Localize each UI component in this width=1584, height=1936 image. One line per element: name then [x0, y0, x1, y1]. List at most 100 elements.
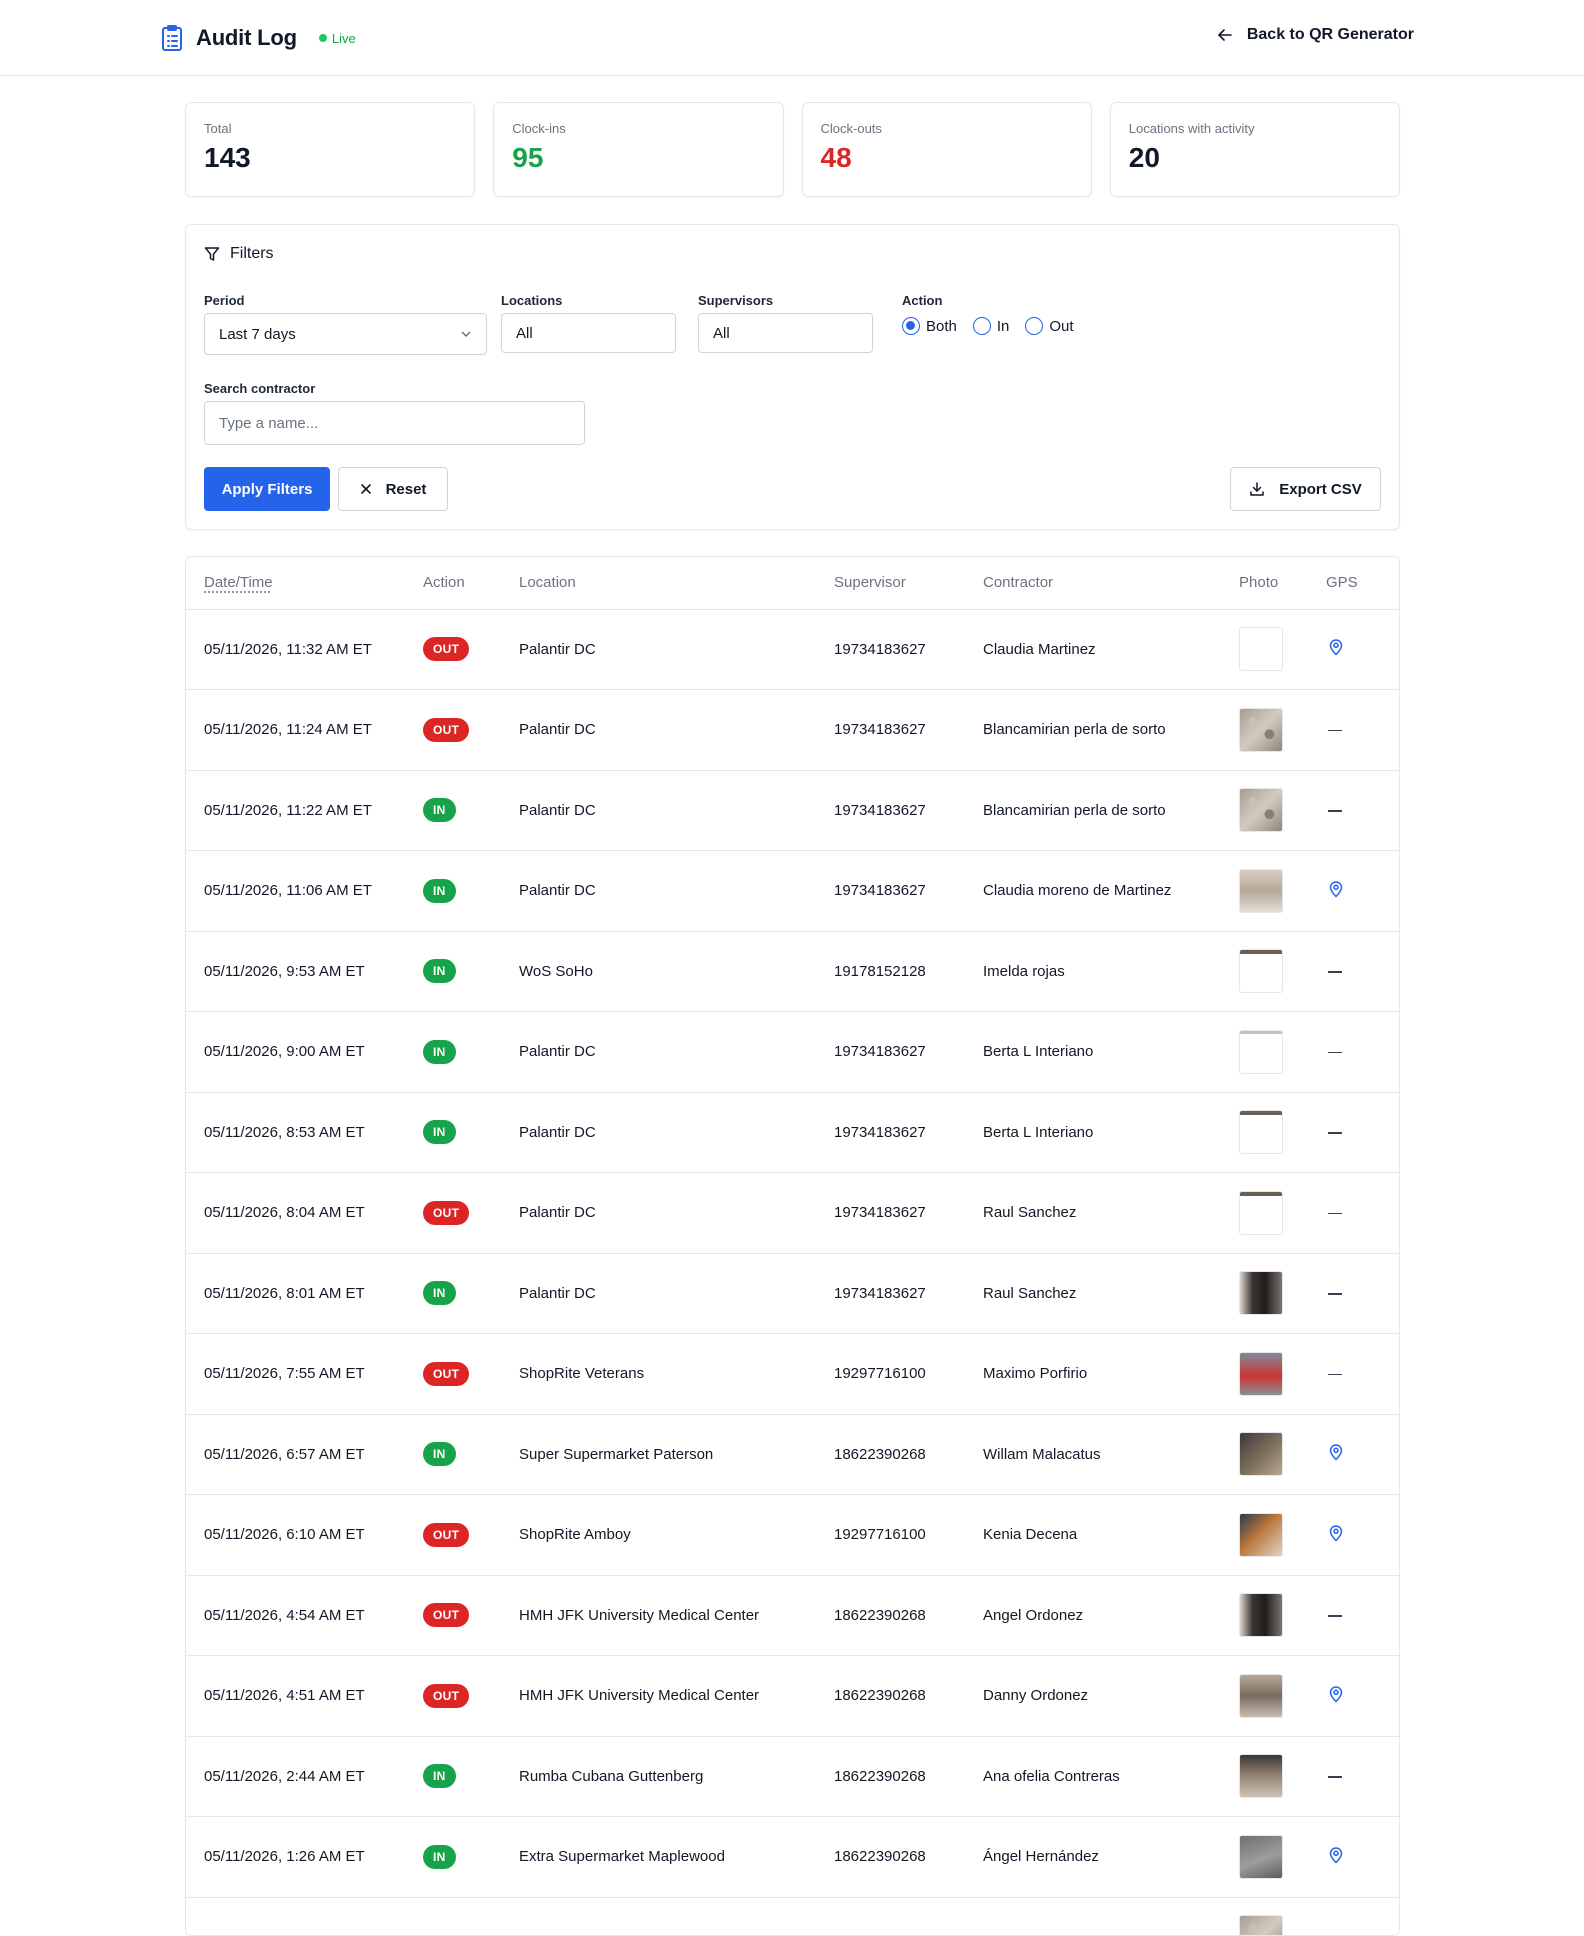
table-row[interactable]: 05/11/2026, 7:55 AM ET OUT ShopRite Vetera… — [186, 1333, 1399, 1415]
photo-thumbnail[interactable] — [1239, 1593, 1283, 1638]
cell-action: OUT — [423, 1333, 519, 1415]
map-pin-icon[interactable] — [1328, 880, 1344, 898]
cell-gps — [1326, 1092, 1399, 1173]
cell-datetime: 05/11/2026, 8:53 AM ET — [186, 1092, 423, 1173]
table-row[interactable]: 05/11/2026, 11:24 AM ET OUT Palantir DC 197… — [186, 689, 1399, 771]
table-row[interactable]: 05/11/2026, 11:32 AM ET OUT Palantir DC 197… — [186, 609, 1399, 690]
table-row[interactable]: 05/11/2026, 4:51 AM ET OUT HMH JFK Univers… — [186, 1655, 1399, 1737]
photo-thumbnail[interactable] — [1239, 788, 1283, 833]
cell-contractor: Maximo Porfirio — [983, 1333, 1239, 1415]
photo-thumbnail[interactable] — [1239, 1351, 1283, 1396]
action-badge: IN — [423, 1764, 456, 1789]
action-badge: IN — [423, 798, 456, 823]
photo-thumbnail[interactable] — [1239, 1834, 1283, 1879]
audit-table: Date/Time Action Location Supervisor Con… — [186, 557, 1399, 1935]
photo-thumbnail[interactable] — [1239, 1432, 1283, 1477]
cell-supervisor: 19734183627 — [834, 850, 983, 932]
table-row[interactable]: 05/11/2026, 8:01 AM ET IN Palantir DC 19734… — [186, 1253, 1399, 1334]
table-row[interactable]: 05/11/2026, 11:06 AM ET IN Palantir DC 1973… — [186, 850, 1399, 932]
cell-photo — [1239, 1011, 1326, 1093]
cell-datetime: 05/11/2026, 11:24 AM ET — [186, 689, 423, 771]
action-radio-out[interactable]: Out — [1025, 317, 1074, 335]
export-csv-button[interactable]: Export CSV — [1230, 467, 1381, 511]
supervisors-value: All — [713, 324, 730, 342]
filters-panel: Filters Period Last 7 days Locations All… — [185, 224, 1400, 530]
cell-contractor: Angel Ordonez — [983, 1575, 1239, 1656]
arrow-left-icon — [1218, 29, 1232, 41]
column-header-datetime[interactable]: Date/Time — [186, 557, 423, 610]
table-row[interactable]: 05/11/2026, 2:44 AM ET IN Rumba Cubana Gut… — [186, 1736, 1399, 1817]
cell-datetime: 05/11/2026, 4:51 AM ET — [186, 1655, 423, 1737]
action-radio-both[interactable]: Both — [902, 317, 957, 335]
table-row[interactable]: 05/11/2026, 9:00 AM ET IN Palantir DC 19734… — [186, 1011, 1399, 1093]
apply-filters-button[interactable]: Apply Filters — [204, 467, 330, 511]
photo-thumbnail[interactable] — [1239, 1673, 1283, 1718]
photo-thumbnail[interactable] — [1239, 1271, 1283, 1316]
action-radio-in[interactable]: In — [972, 317, 1009, 335]
action-badge: IN — [423, 1120, 456, 1145]
map-pin-icon[interactable] — [1328, 1685, 1344, 1703]
cell-supervisor: 19734183627 — [834, 1092, 983, 1173]
cell-action: IN — [423, 1414, 519, 1495]
cell-action — [423, 1897, 519, 1935]
search-contractor-input[interactable]: Type a name... — [204, 401, 585, 445]
photo-thumbnail[interactable] — [1239, 868, 1283, 913]
photo-thumbnail[interactable] — [1239, 627, 1283, 672]
cell-supervisor: 18622390268 — [834, 1655, 983, 1737]
action-badge: OUT — [423, 1683, 470, 1708]
table-row[interactable]: 05/11/2026, 4:54 AM ET OUT HMH JFK Univers… — [186, 1575, 1399, 1656]
photo-thumbnail[interactable] — [1239, 1110, 1283, 1155]
locations-select[interactable]: All — [501, 313, 676, 353]
supervisors-select[interactable]: All — [698, 313, 873, 353]
map-pin-icon[interactable] — [1328, 1524, 1344, 1542]
cell-photo — [1239, 1253, 1326, 1334]
photo-thumbnail[interactable] — [1239, 949, 1283, 994]
photo-thumbnail[interactable] — [1239, 1512, 1283, 1557]
table-row[interactable]: 05/11/2026, 8:04 AM ET OUT Palantir DC 1973… — [186, 1172, 1399, 1254]
clipboard-icon — [162, 25, 182, 51]
cell-action: OUT — [423, 609, 519, 690]
back-to-qr-generator-link[interactable]: Back to QR Generator — [1217, 26, 1414, 44]
action-badge: OUT — [423, 1361, 470, 1386]
map-pin-icon[interactable] — [1328, 638, 1344, 656]
table-row[interactable] — [186, 1897, 1399, 1935]
photo-thumbnail[interactable] — [1239, 1029, 1283, 1074]
photo-thumbnail[interactable] — [1239, 1754, 1283, 1799]
cell-location: Palantir DC — [519, 1172, 834, 1254]
cell-location: ShopRite Amboy — [519, 1494, 834, 1576]
action-badge: IN — [423, 1039, 456, 1064]
photo-thumbnail[interactable] — [1239, 1915, 1283, 1935]
table-row[interactable]: 05/11/2026, 9:53 AM ET IN WoS SoHo 19178152… — [186, 931, 1399, 1012]
stat-value: 95 — [512, 142, 544, 173]
map-pin-icon[interactable] — [1328, 1846, 1344, 1864]
cell-gps — [1326, 1575, 1399, 1656]
cell-contractor: Claudia moreno de Martinez — [983, 850, 1239, 932]
table-row[interactable]: 05/11/2026, 6:57 AM ET IN Super Supermarke… — [186, 1414, 1399, 1495]
live-label: Live — [331, 30, 356, 46]
table-row[interactable]: 05/11/2026, 8:53 AM ET IN Palantir DC 19734… — [186, 1092, 1399, 1173]
cell-gps — [1326, 689, 1399, 771]
cell-contractor: Raul Sanchez — [983, 1172, 1239, 1254]
period-select[interactable]: Last 7 days — [204, 313, 487, 355]
cell-gps — [1326, 1333, 1399, 1415]
action-badge: OUT — [423, 1603, 470, 1628]
map-pin-icon[interactable] — [1328, 1443, 1344, 1461]
cell-supervisor: 19734183627 — [834, 1253, 983, 1334]
cell-action: IN — [423, 931, 519, 1012]
dash-icon — [1328, 1293, 1342, 1295]
dash-icon — [1328, 1212, 1342, 1215]
table-row[interactable]: 05/11/2026, 6:10 AM ET OUT ShopRite Amboy 1… — [186, 1494, 1399, 1576]
cell-action: IN — [423, 1736, 519, 1817]
cell-supervisor: 19734183627 — [834, 770, 983, 851]
cell-gps — [1326, 1011, 1399, 1093]
table-row[interactable]: 05/11/2026, 1:26 AM ET IN Extra Supermarke… — [186, 1816, 1399, 1898]
cell-action: OUT — [423, 1575, 519, 1656]
dash-icon — [1328, 810, 1342, 812]
cell-photo — [1239, 1333, 1326, 1415]
photo-thumbnail[interactable] — [1239, 707, 1283, 752]
cell-contractor: Claudia Martinez — [983, 609, 1239, 690]
table-row[interactable]: 05/11/2026, 11:22 AM ET IN Palantir DC 1973… — [186, 770, 1399, 851]
reset-button[interactable]: Reset — [338, 467, 448, 511]
photo-thumbnail[interactable] — [1239, 1190, 1283, 1235]
cell-datetime: 05/11/2026, 11:22 AM ET — [186, 770, 423, 851]
